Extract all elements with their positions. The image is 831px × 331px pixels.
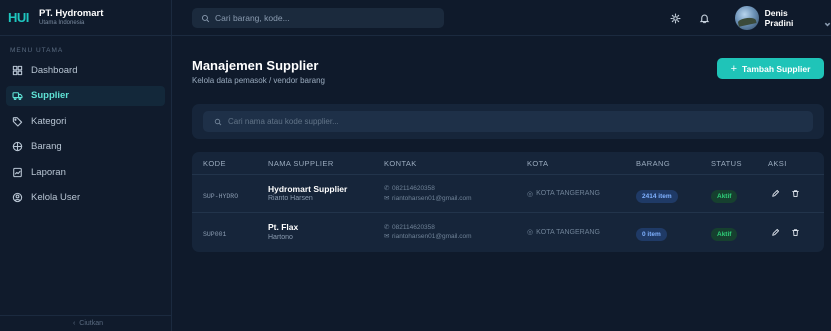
- location-pin-icon: ◎: [527, 229, 534, 236]
- topbar: Denis Pradini: [172, 0, 831, 36]
- supplier-phone: 082114620358: [392, 185, 435, 193]
- collapse-label: Ciutkan: [79, 320, 104, 327]
- supplier-table: KODE NAMA SUPPLIER KONTAK KOTA BARANG ST…: [192, 152, 824, 252]
- location-pin-icon: ◎: [527, 190, 534, 198]
- edit-button[interactable]: [768, 187, 782, 201]
- item-count-badge: 0 item: [636, 228, 667, 241]
- sidebar-item-supplier[interactable]: Supplier: [6, 85, 165, 106]
- users-icon: [12, 192, 23, 203]
- supplier-contact-person: Rianto Harsen: [268, 195, 313, 203]
- search-icon: [214, 118, 222, 125]
- brand-logo: HUI: [8, 10, 29, 25]
- supplier-contact-person: Hartono: [268, 233, 293, 241]
- sidebar-item-label: Laporan: [31, 166, 66, 178]
- supplier-city: KOTA TANGERANG: [536, 190, 600, 197]
- sidebar-item-label: Kelola User: [31, 192, 81, 203]
- avatar: [735, 6, 759, 30]
- status-badge: Aktif: [711, 189, 738, 203]
- item-count-badge: 2414 item: [636, 189, 678, 203]
- collapse-sidebar-button[interactable]: ‹ Ciutkan: [0, 315, 172, 331]
- supplier-search-input[interactable]: [228, 117, 788, 126]
- sidebar-item-label: Supplier: [31, 90, 70, 101]
- user-menu[interactable]: Denis Pradini: [735, 6, 831, 30]
- delete-button[interactable]: [788, 187, 802, 201]
- page-title: Manajemen Supplier: [192, 58, 319, 73]
- global-search[interactable]: [192, 8, 444, 28]
- pencil-icon: [771, 189, 779, 197]
- sidebar-item-kategori[interactable]: Kategori: [6, 111, 165, 131]
- table-row[interactable]: SUP-HYDRO Hydromart Supplier Rianto Hars…: [192, 175, 824, 213]
- trash-icon: [791, 228, 799, 236]
- column-header-nama: NAMA SUPPLIER: [268, 158, 334, 168]
- column-header-aksi: AKSI: [768, 158, 787, 168]
- column-header-kota: KOTA: [527, 158, 549, 168]
- column-header-status: STATUS: [711, 158, 742, 168]
- supplier-name: Hydromart Supplier: [268, 183, 348, 194]
- sidebar-item-label: Kategori: [31, 115, 67, 127]
- sidebar-item-barang[interactable]: Barang: [6, 137, 165, 157]
- sidebar-item-label: Barang: [31, 141, 62, 152]
- add-supplier-button[interactable]: + Tambah Supplier: [717, 58, 824, 79]
- sun-icon: [669, 12, 681, 24]
- sidebar-item-label: Dashboard: [31, 64, 78, 76]
- add-supplier-label: Tambah Supplier: [742, 63, 811, 74]
- user-name: Denis Pradini: [764, 8, 794, 28]
- bell-icon: [699, 14, 709, 23]
- sidebar-item-dashboard[interactable]: Dashboard: [6, 60, 165, 80]
- phone-icon: ✆: [384, 223, 390, 231]
- supplier-phone: 082114620358: [392, 223, 435, 231]
- supplier-city: KOTA TANGERANG: [536, 228, 600, 236]
- mail-icon: ✉: [384, 233, 390, 240]
- supplier-name: Pt. Flax: [268, 222, 299, 233]
- page-subtitle: Kelola data pemasok / vendor barang: [192, 76, 325, 85]
- plus-icon: +: [730, 62, 738, 75]
- sidebar: HUI PT. Hydromart Utama Indonesia MENU U…: [0, 0, 172, 331]
- search-icon: [201, 14, 210, 22]
- box-icon: [12, 141, 23, 152]
- mail-icon: ✉: [384, 194, 390, 202]
- sidebar-item-kelola-user[interactable]: Kelola User: [6, 188, 165, 208]
- supplier-search[interactable]: [203, 111, 813, 132]
- brand[interactable]: HUI PT. Hydromart Utama Indonesia: [0, 0, 171, 36]
- global-search-input[interactable]: [215, 13, 435, 23]
- theme-toggle-button[interactable]: [668, 11, 682, 25]
- truck-icon: [12, 92, 23, 101]
- grid-icon: [12, 65, 23, 75]
- trash-icon: [791, 190, 799, 198]
- pencil-icon: [771, 228, 779, 236]
- sidebar-item-laporan[interactable]: Laporan: [6, 162, 165, 182]
- main-content: Manajemen Supplier Kelola data pemasok /…: [172, 36, 831, 331]
- table-header: KODE NAMA SUPPLIER KONTAK KOTA BARANG ST…: [192, 152, 824, 175]
- sidebar-nav: Dashboard Supplier Kategori Barang Lapor…: [0, 60, 171, 208]
- column-header-barang: BARANG: [636, 158, 671, 168]
- supplier-code: SUP-HYDRO: [203, 192, 239, 200]
- chevron-left-icon: ‹: [72, 320, 76, 327]
- delete-button[interactable]: [788, 225, 802, 239]
- chevron-down-icon: [824, 15, 831, 26]
- status-badge: Aktif: [711, 228, 738, 241]
- supplier-email: riantoharsen01@gmail.com: [392, 194, 472, 202]
- edit-button[interactable]: [768, 225, 782, 239]
- brand-subtitle: Utama Indonesia: [39, 20, 85, 27]
- filter-card: [192, 104, 824, 139]
- supplier-email: riantoharsen01@gmail.com: [392, 233, 472, 240]
- table-row[interactable]: SUP001 Pt. Flax Hartono ✆ 082114620358 ✉ r…: [192, 213, 824, 251]
- column-header-kontak: KONTAK: [384, 158, 417, 168]
- phone-icon: ✆: [384, 185, 390, 193]
- notification-button[interactable]: [697, 11, 711, 25]
- report-icon: [13, 167, 22, 177]
- column-header-kode: KODE: [203, 158, 226, 168]
- supplier-code: SUP001: [203, 231, 227, 238]
- tag-icon: [12, 116, 23, 127]
- brand-name: PT. Hydromart: [39, 7, 104, 19]
- menu-section-label: MENU UTAMA: [10, 47, 64, 54]
